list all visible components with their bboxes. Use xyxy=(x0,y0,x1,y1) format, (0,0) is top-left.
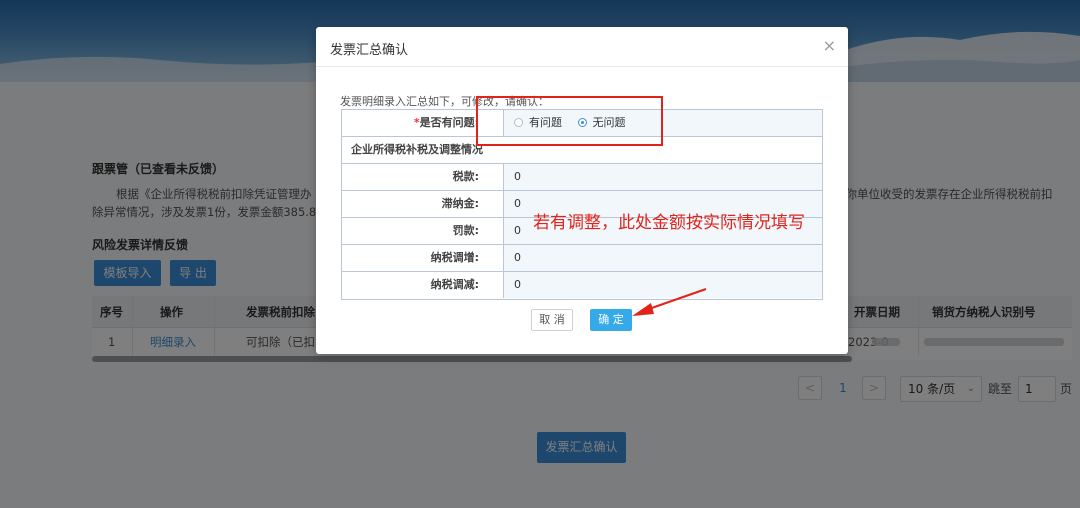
dialog-header: 发票汇总确认 × xyxy=(316,27,848,67)
tax-input[interactable]: 0 xyxy=(504,164,822,190)
tax-decrease-label: 纳税调减: xyxy=(342,272,504,298)
form-row: 纳税调减: 0 xyxy=(342,272,822,299)
tax-increase-input[interactable]: 0 xyxy=(504,245,822,271)
summary-confirm-dialog: 发票汇总确认 × 发票明细录入汇总如下，可修改，请确认： *是否有问题: 有问题… xyxy=(316,27,848,354)
ok-button[interactable]: 确 定 xyxy=(590,309,632,331)
close-icon[interactable]: × xyxy=(823,37,836,55)
form-row: 税款: 0 xyxy=(342,164,822,191)
form-row: 纳税调增: 0 xyxy=(342,245,822,272)
dialog-title: 发票汇总确认 xyxy=(330,43,409,58)
question-label-text: 是否有问题: xyxy=(419,116,479,129)
tax-label: 税款: xyxy=(342,164,504,190)
cancel-button[interactable]: 取 消 xyxy=(531,309,573,331)
fine-label: 罚款: xyxy=(342,218,504,244)
annotation-text: 若有调整，此处金额按实际情况填写 xyxy=(533,213,805,233)
tax-decrease-input[interactable]: 0 xyxy=(504,272,822,298)
annotation-highlight-box xyxy=(476,96,663,146)
tax-increase-label: 纳税调增: xyxy=(342,245,504,271)
late-fee-label: 滞纳金: xyxy=(342,191,504,217)
